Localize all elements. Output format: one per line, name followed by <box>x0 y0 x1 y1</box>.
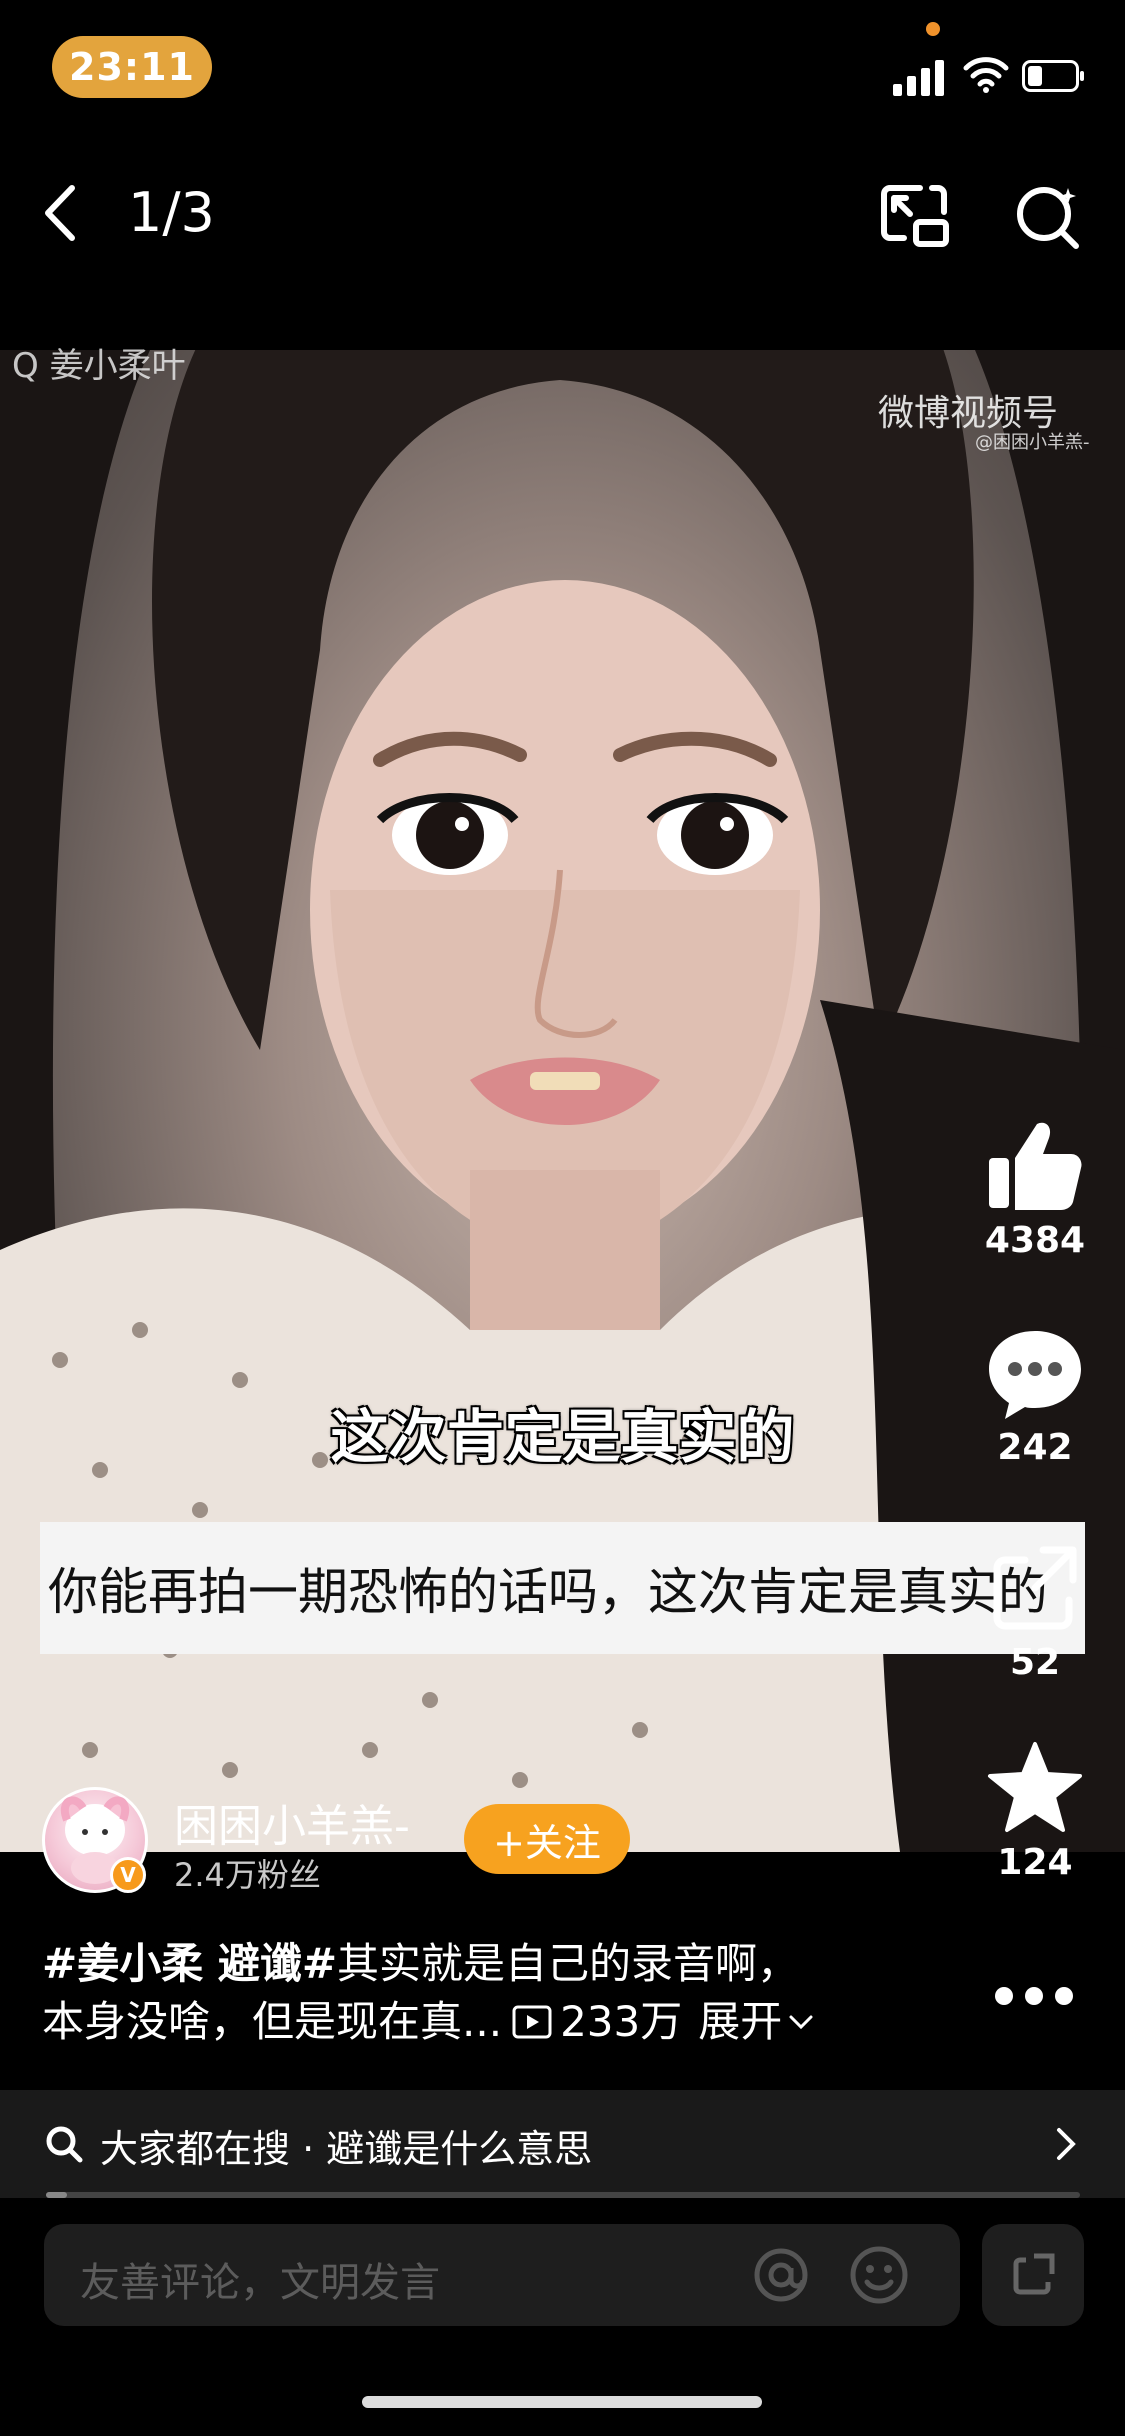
wifi-icon <box>963 57 1009 93</box>
play-icon <box>512 2005 552 2039</box>
share-icon <box>993 1546 1077 1630</box>
post-caption-line1: #姜小柔 避谶#其实就是自己的录音啊， <box>42 1936 902 1992</box>
author-name[interactable]: 困困小羊羔- <box>174 1790 410 1854</box>
view-count: 233万 <box>560 1997 683 2046</box>
star-icon <box>988 1742 1082 1832</box>
expand-caption-link[interactable]: 展开 <box>698 1994 782 2050</box>
page-counter: 1/3 <box>128 181 215 244</box>
video-progress-track[interactable] <box>46 2192 1080 2198</box>
chevron-right-icon[interactable] <box>1054 2124 1078 2164</box>
platform-watermark-handle: @困困小羊羔- <box>975 432 1090 453</box>
comment-icon <box>989 1331 1081 1419</box>
share-count: 52 <box>1009 1642 1061 1683</box>
comment-count: 242 <box>997 1427 1073 1468</box>
video-subtitle-band: 你能再拍一期恐怖的话吗，这次肯定是真实的 <box>40 1522 1085 1654</box>
search-icon[interactable] <box>1012 180 1084 252</box>
author-fans-count: 2.4万粉丝 <box>174 1856 321 1894</box>
caption-text-1: 其实就是自己的录音啊， <box>337 1939 800 1988</box>
like-count: 4384 <box>984 1220 1086 1261</box>
status-time: 23:11 <box>52 36 212 98</box>
video-progress-fill <box>46 2192 67 2198</box>
emoji-icon[interactable] <box>848 2244 910 2306</box>
like-button[interactable]: 4384 <box>972 1118 1098 1261</box>
cellular-signal-icon <box>893 56 947 96</box>
comment-button[interactable]: 242 <box>972 1325 1098 1468</box>
expand-icon <box>1013 2253 1055 2295</box>
home-indicator[interactable] <box>362 2396 762 2408</box>
post-caption-line2: 本身没啥，但是现在真... 233万 展开 <box>42 1994 814 2050</box>
favorite-count: 124 <box>997 1842 1073 1883</box>
like-icon <box>989 1122 1082 1210</box>
video-subtitle-caption: 这次肯定是真实的 <box>330 1403 795 1471</box>
caption-text-2: 本身没啥，但是现在真... <box>42 1997 503 2046</box>
hot-search-text[interactable]: 大家都在搜 · 避谶是什么意思 <box>100 2118 592 2173</box>
back-arrow-icon[interactable] <box>38 182 84 244</box>
follow-button[interactable]: +关注 <box>464 1804 630 1874</box>
hot-search-icon <box>46 2126 83 2163</box>
video-subtitle-band-text: 你能再拍一期恐怖的话吗，这次肯定是真实的 <box>48 1563 1048 1621</box>
share-button[interactable]: 52 <box>972 1540 1098 1683</box>
verified-badge-icon: V <box>110 1857 146 1893</box>
comment-placeholder: 友善评论，文明发言 <box>80 2260 440 2306</box>
chevron-down-icon[interactable] <box>788 2012 814 2032</box>
expand-comment-button[interactable] <box>982 2224 1084 2326</box>
more-icon[interactable] <box>992 1978 1076 2014</box>
caption-hashtag[interactable]: #姜小柔 避谶# <box>42 1939 337 1988</box>
pip-icon[interactable] <box>880 182 952 250</box>
privacy-indicator-dot <box>926 22 940 36</box>
video-watermark-search: Q 姜小柔叶 <box>12 346 186 386</box>
battery-icon <box>1022 60 1084 92</box>
at-icon[interactable] <box>752 2246 810 2304</box>
favorite-button[interactable]: 124 <box>972 1740 1098 1883</box>
